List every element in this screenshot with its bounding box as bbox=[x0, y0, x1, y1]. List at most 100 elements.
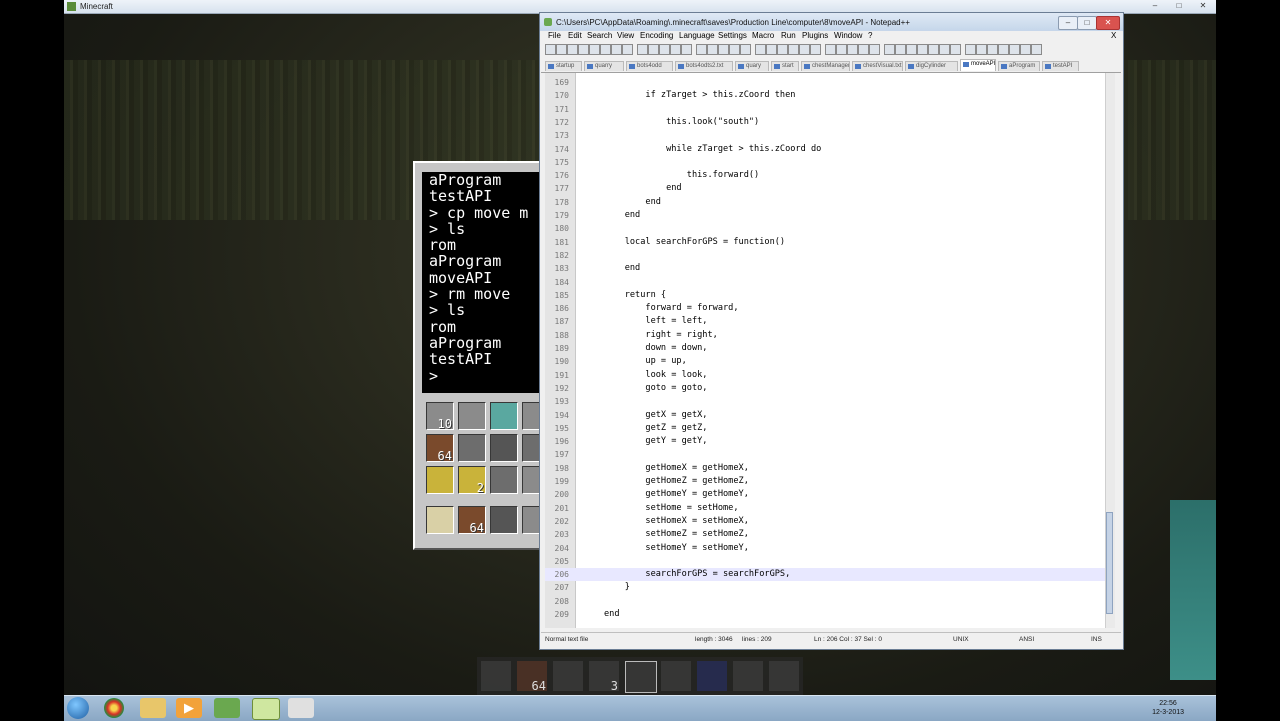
media-player-icon[interactable]: ▶ bbox=[176, 698, 202, 718]
code-line[interactable]: 208 bbox=[545, 595, 1105, 608]
file-tab[interactable]: aProgram bbox=[998, 61, 1040, 71]
code-line[interactable]: 181 local searchForGPS = function() bbox=[545, 236, 1105, 249]
toolbar-button-icon[interactable] bbox=[556, 44, 567, 55]
code-line[interactable]: 206 searchForGPS = searchForGPS, bbox=[545, 568, 1105, 582]
minecraft-task-icon[interactable] bbox=[214, 698, 240, 718]
inventory-slot[interactable] bbox=[490, 466, 518, 494]
taskbar-clock[interactable]: 22:56 12-3-2013 bbox=[1152, 699, 1184, 717]
hotbar-slot[interactable] bbox=[697, 661, 727, 691]
file-tab[interactable]: moveAPI bbox=[960, 59, 996, 71]
file-tab[interactable]: quarry bbox=[584, 61, 624, 71]
menu-view[interactable]: View bbox=[617, 31, 634, 40]
toolbar-button-icon[interactable] bbox=[659, 44, 670, 55]
toolbar-button-icon[interactable] bbox=[696, 44, 707, 55]
toolbar-button-icon[interactable] bbox=[545, 44, 556, 55]
toolbar-button-icon[interactable] bbox=[718, 44, 729, 55]
code-line[interactable]: 195 getZ = getZ, bbox=[545, 422, 1105, 435]
menu-settings[interactable]: Settings bbox=[718, 31, 747, 40]
inventory-slot[interactable]: 2 bbox=[458, 466, 486, 495]
toolbar-button-icon[interactable] bbox=[895, 44, 906, 55]
toolbar-button-icon[interactable] bbox=[589, 44, 600, 55]
toolbar-button-icon[interactable] bbox=[950, 44, 961, 55]
toolbar-button-icon[interactable] bbox=[917, 44, 928, 55]
inventory-slot[interactable] bbox=[458, 434, 486, 462]
code-line[interactable]: 183 end bbox=[545, 262, 1105, 275]
code-line[interactable]: 202 setHomeX = setHomeX, bbox=[545, 515, 1105, 528]
npp-minimize-button[interactable]: – bbox=[1058, 16, 1078, 30]
file-tab[interactable]: chestManager bbox=[801, 61, 850, 71]
code-line[interactable]: 169 bbox=[545, 76, 1105, 89]
code-line[interactable]: 189 down = down, bbox=[545, 342, 1105, 355]
toolbar-button-icon[interactable] bbox=[825, 44, 836, 55]
code-line[interactable]: 193 bbox=[545, 395, 1105, 408]
toolbar-button-icon[interactable] bbox=[755, 44, 766, 55]
menu-help[interactable]: ? bbox=[868, 31, 872, 40]
file-tab[interactable]: quary bbox=[735, 61, 769, 71]
npp-maximize-button[interactable]: □ bbox=[1077, 16, 1097, 30]
toolbar-button-icon[interactable] bbox=[869, 44, 880, 55]
unknown-app-icon[interactable] bbox=[288, 698, 314, 718]
hotbar-slot-selected[interactable] bbox=[625, 661, 657, 693]
hotbar-slot[interactable]: 64 bbox=[458, 506, 486, 535]
scrollbar-thumb[interactable] bbox=[1106, 512, 1113, 614]
toolbar-button-icon[interactable] bbox=[648, 44, 659, 55]
file-tab[interactable]: bots4odts2.txt bbox=[675, 61, 733, 71]
hotbar-slot[interactable] bbox=[426, 506, 454, 534]
inventory-slot[interactable]: 64 bbox=[426, 434, 454, 463]
inventory-slot[interactable] bbox=[490, 402, 518, 430]
toolbar-button-icon[interactable] bbox=[777, 44, 788, 55]
code-line[interactable]: 200 getHomeY = getHomeY, bbox=[545, 488, 1105, 501]
toolbar-button-icon[interactable] bbox=[600, 44, 611, 55]
code-line[interactable]: 205 bbox=[545, 555, 1105, 568]
file-tab[interactable]: digCylinder bbox=[905, 61, 958, 71]
code-line[interactable]: 174 while zTarget > this.zCoord do bbox=[545, 143, 1105, 156]
code-line[interactable]: 207 } bbox=[545, 581, 1105, 594]
file-tab[interactable]: chestVisual.txt bbox=[852, 61, 903, 71]
chrome-icon[interactable] bbox=[104, 698, 124, 718]
menu-search[interactable]: Search bbox=[587, 31, 612, 40]
toolbar-button-icon[interactable] bbox=[858, 44, 869, 55]
code-line[interactable]: 196 getY = getY, bbox=[545, 435, 1105, 448]
explorer-icon[interactable] bbox=[140, 698, 166, 718]
toolbar-button-icon[interactable] bbox=[567, 44, 578, 55]
toolbar-button-icon[interactable] bbox=[1020, 44, 1031, 55]
code-line[interactable]: 170 if zTarget > this.zCoord then bbox=[545, 89, 1105, 102]
toolbar-button-icon[interactable] bbox=[939, 44, 950, 55]
code-line[interactable]: 204 setHomeY = setHomeY, bbox=[545, 542, 1105, 555]
code-line[interactable]: 179 end bbox=[545, 209, 1105, 222]
toolbar-button-icon[interactable] bbox=[847, 44, 858, 55]
hotbar-slot[interactable] bbox=[661, 661, 691, 691]
terminal-screen[interactable]: aProgram testAPI > cp move m > ls rom aProgra… bbox=[422, 172, 544, 393]
toolbar-button-icon[interactable] bbox=[578, 44, 589, 55]
code-line[interactable]: 185 return { bbox=[545, 289, 1105, 302]
menu-run[interactable]: Run bbox=[781, 31, 796, 40]
inventory-slot[interactable] bbox=[426, 466, 454, 494]
start-button[interactable] bbox=[67, 697, 89, 719]
code-line[interactable]: 188 right = right, bbox=[545, 329, 1105, 342]
toolbar-button-icon[interactable] bbox=[906, 44, 917, 55]
toolbar-button-icon[interactable] bbox=[884, 44, 895, 55]
code-lines[interactable]: 169 170 if zTarget > this.zCoord then 171 1… bbox=[545, 76, 1105, 628]
file-tab[interactable]: testAPI bbox=[1042, 61, 1079, 71]
mc-maximize-button[interactable]: □ bbox=[1168, 1, 1190, 11]
toolbar-button-icon[interactable] bbox=[729, 44, 740, 55]
toolbar-button-icon[interactable] bbox=[622, 44, 633, 55]
code-line[interactable]: 209 end bbox=[545, 608, 1105, 621]
menu-close-doc[interactable]: X bbox=[1111, 31, 1116, 40]
menu-plugins[interactable]: Plugins bbox=[802, 31, 828, 40]
menu-macro[interactable]: Macro bbox=[752, 31, 774, 40]
code-line[interactable]: 178 end bbox=[545, 196, 1105, 209]
hotbar-slot[interactable] bbox=[553, 661, 583, 691]
hotbar-slot[interactable] bbox=[769, 661, 799, 691]
code-line[interactable]: 199 getHomeZ = getHomeZ, bbox=[545, 475, 1105, 488]
toolbar-button-icon[interactable] bbox=[637, 44, 648, 55]
toolbar-button-icon[interactable] bbox=[928, 44, 939, 55]
hotbar-slot[interactable]: 64 bbox=[517, 661, 547, 693]
file-tab[interactable]: bots4odd bbox=[626, 61, 673, 71]
file-tab[interactable]: start bbox=[771, 61, 799, 71]
code-line[interactable]: 173 bbox=[545, 129, 1105, 142]
hotbar-slot[interactable] bbox=[490, 506, 518, 534]
code-line[interactable]: 171 bbox=[545, 103, 1105, 116]
code-line[interactable]: 182 bbox=[545, 249, 1105, 262]
code-line[interactable]: 175 bbox=[545, 156, 1105, 169]
